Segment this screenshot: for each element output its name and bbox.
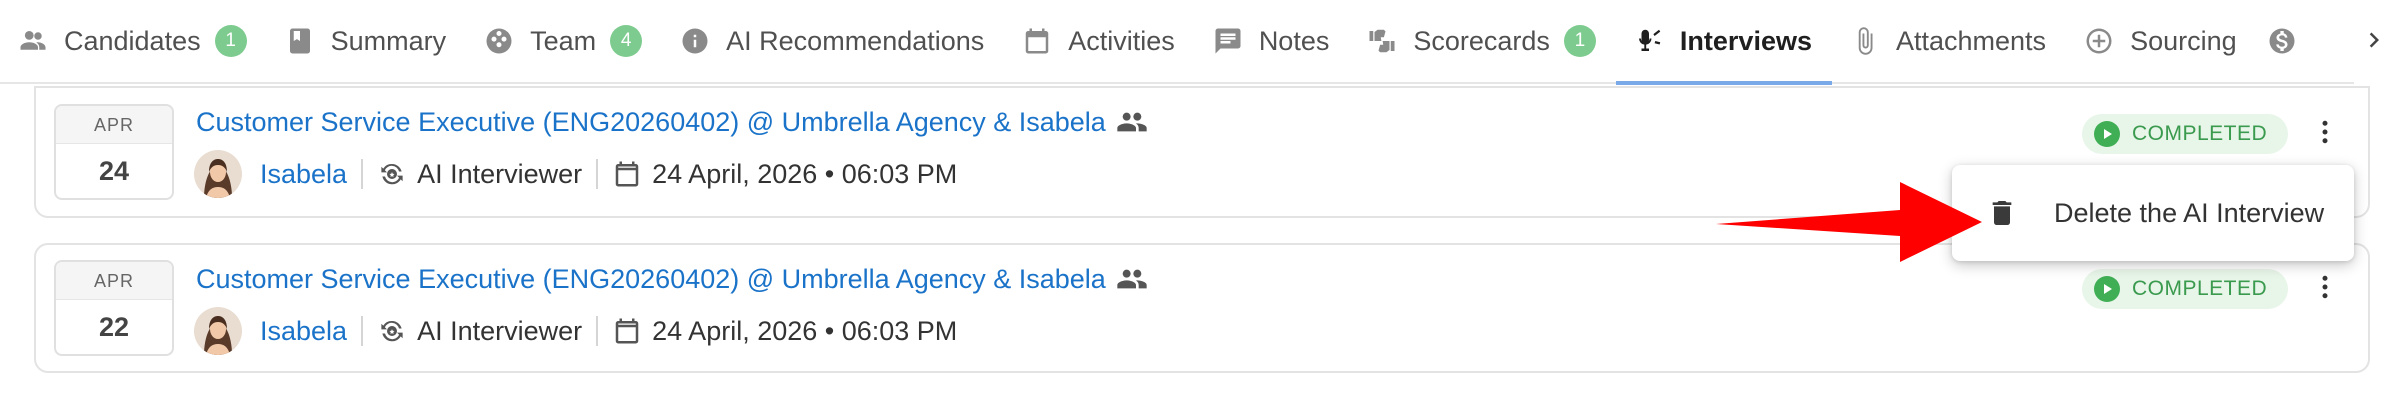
tabs-scroll-right-button[interactable] — [2354, 0, 2394, 84]
tab-attachments[interactable]: Attachments — [1832, 0, 2066, 83]
calendar-icon — [1022, 26, 1052, 56]
date-month: APR — [56, 262, 172, 300]
tab-activities[interactable]: Activities — [1004, 0, 1195, 83]
team-icon — [484, 26, 514, 56]
tab-summary[interactable]: Summary — [267, 0, 467, 83]
candidate-name-link[interactable]: Isabela — [260, 316, 347, 347]
count-badge: 1 — [1563, 25, 1596, 57]
comment-icon — [1213, 26, 1243, 56]
status-label: COMPLETED — [2132, 122, 2268, 145]
interview-options-menu: Delete the AI Interview — [1952, 165, 2354, 261]
info-icon — [680, 26, 710, 56]
interview-title-link[interactable]: Customer Service Executive (ENG20260402)… — [196, 264, 1106, 295]
avatar[interactable] — [194, 150, 242, 198]
tab-label: Activities — [1068, 25, 1175, 56]
count-badge: 1 — [214, 25, 247, 57]
interview-title-link[interactable]: Customer Service Executive (ENG20260402)… — [196, 107, 1106, 138]
interview-meta-row: Isabela AI Interviewer 24 April, 2026 • … — [194, 150, 957, 198]
divider — [361, 159, 364, 189]
ai-interviewer-icon — [377, 159, 407, 189]
group-icon — [1116, 106, 1148, 138]
divider — [361, 316, 364, 346]
tab-label: Scorecards — [1413, 25, 1550, 56]
tab-sourcing[interactable]: Sourcing — [2066, 0, 2257, 83]
more-options-button[interactable] — [2310, 269, 2340, 309]
tab-interviews[interactable]: Interviews — [1615, 0, 1833, 85]
date-day: 24 — [98, 156, 130, 186]
date-day: 22 — [98, 312, 130, 342]
tab-label: Candidates — [64, 25, 201, 56]
interview-title-row: Customer Service Executive (ENG20260402)… — [196, 106, 1148, 138]
book-icon — [285, 26, 315, 56]
date-month: APR — [56, 106, 172, 144]
tab-candidates[interactable]: Candidates 1 — [0, 0, 267, 83]
tab-bar: Candidates 1 Summary Team 4 AI Recommend… — [0, 0, 2394, 85]
avatar[interactable] — [194, 307, 242, 355]
calendar-icon — [612, 316, 642, 346]
tab-notes[interactable]: Notes — [1195, 0, 1350, 83]
divider — [596, 159, 599, 189]
status-badge: COMPLETED — [2082, 269, 2288, 309]
interview-icon — [1634, 26, 1664, 56]
interview-type: AI Interviewer — [417, 315, 583, 346]
tab-ai-recommendations[interactable]: AI Recommendations — [662, 0, 1004, 83]
interview-datetime: 24 April, 2026 • 06:03 PM — [652, 315, 958, 346]
interview-card[interactable]: APR 22 Customer Service Executive (ENG20… — [34, 243, 2370, 373]
add-circle-icon — [2084, 26, 2114, 56]
more-vert-icon — [2310, 117, 2340, 152]
interview-type: AI Interviewer — [417, 158, 583, 189]
tab-label: Notes — [1258, 25, 1330, 56]
menu-item-label: Delete the AI Interview — [2054, 197, 2325, 228]
play-icon — [2094, 276, 2120, 302]
date-box: APR 22 — [54, 260, 174, 356]
tab-label: Sourcing — [2130, 25, 2237, 56]
candidate-name-link[interactable]: Isabela — [260, 159, 347, 190]
more-vert-icon — [2310, 272, 2340, 307]
chevron-right-icon — [2359, 25, 2389, 60]
tab-billing[interactable] — [2257, 0, 2309, 83]
divider — [596, 316, 599, 346]
date-box: APR 24 — [54, 104, 174, 200]
tab-label: AI Recommendations — [726, 25, 985, 56]
people-icon — [18, 26, 48, 56]
delete-ai-interview-menu-item[interactable]: Delete the AI Interview — [1986, 197, 2324, 229]
tab-label: Summary — [330, 25, 447, 56]
status-badge: COMPLETED — [2082, 114, 2288, 154]
tab-label: Attachments — [1895, 25, 2047, 56]
play-icon — [2094, 121, 2120, 147]
tab-label: Interviews — [1679, 25, 1812, 56]
interview-datetime: 24 April, 2026 • 06:03 PM — [652, 158, 958, 189]
count-badge: 4 — [610, 25, 643, 57]
more-options-button[interactable] — [2310, 114, 2340, 154]
ai-interviewer-icon — [377, 316, 407, 346]
group-icon — [1116, 263, 1148, 295]
tab-team[interactable]: Team 4 — [466, 0, 662, 83]
tab-label: Team — [530, 25, 597, 56]
annotation-arrow — [1716, 180, 1986, 264]
paperclip-icon — [1850, 26, 1880, 56]
trash-icon — [1986, 197, 2018, 229]
interview-title-row: Customer Service Executive (ENG20260402)… — [196, 263, 1148, 295]
tab-scorecards[interactable]: Scorecards 1 — [1349, 0, 1616, 83]
status-label: COMPLETED — [2132, 277, 2268, 300]
dollar-icon — [2267, 26, 2297, 56]
thumbs-icon — [1367, 26, 1397, 56]
calendar-icon — [612, 159, 642, 189]
interview-meta-row: Isabela AI Interviewer 24 April, 2026 • … — [194, 307, 957, 355]
